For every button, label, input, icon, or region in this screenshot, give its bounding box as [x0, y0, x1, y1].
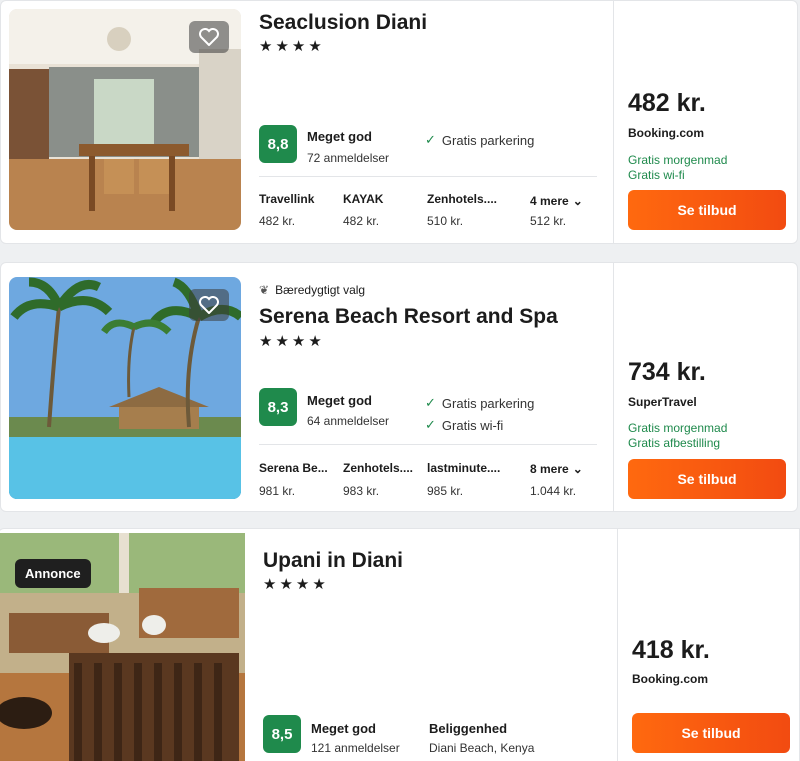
- review-count[interactable]: 64 anmeldelser: [307, 414, 389, 428]
- perk-item: Gratis morgenmad: [628, 421, 728, 435]
- score-badge: 8,5: [263, 715, 301, 753]
- result-card-upani[interactable]: Annonce Upani in Diani ★★★★ 8,5 Meget go…: [0, 528, 800, 761]
- favorite-button[interactable]: [189, 21, 229, 53]
- perk-item: Gratis morgenmad: [628, 153, 728, 167]
- ad-badge: Annonce: [15, 559, 91, 588]
- see-deal-button[interactable]: Se tilbud: [628, 459, 786, 499]
- location-value: Diani Beach, Kenya: [429, 741, 535, 755]
- hotel-name[interactable]: Serena Beach Resort and Spa: [259, 305, 558, 329]
- divider: [259, 176, 597, 177]
- amenity-item: ✓ Gratis parkering: [425, 132, 535, 148]
- check-icon: ✓: [425, 417, 436, 432]
- review-count[interactable]: 72 anmeldelser: [307, 151, 389, 165]
- check-icon: ✓: [425, 395, 436, 410]
- result-card-serena[interactable]: ❦ Bæredygtigt valg Serena Beach Resort a…: [0, 262, 798, 512]
- score-badge: 8,3: [259, 388, 297, 426]
- provider-price[interactable]: 512 kr.: [530, 214, 566, 228]
- see-deal-button[interactable]: Se tilbud: [632, 713, 790, 753]
- column-divider: [613, 1, 614, 243]
- best-price: 482 kr.: [628, 89, 706, 117]
- provider-price[interactable]: 510 kr.: [427, 214, 463, 228]
- hotel-photo[interactable]: Annonce: [0, 533, 245, 761]
- location-label: Beliggenhed: [429, 721, 508, 736]
- check-icon: ✓: [425, 132, 436, 147]
- hotel-photo[interactable]: [9, 277, 241, 499]
- star-rating: ★★★★: [263, 576, 329, 593]
- amenity-item: ✓ Gratis wi-fi: [425, 417, 504, 433]
- more-providers-toggle[interactable]: 8 mere ⌄: [530, 462, 583, 476]
- provider-price[interactable]: 1.044 kr.: [530, 484, 576, 498]
- review-count[interactable]: 121 anmeldelser: [311, 741, 400, 755]
- provider-name[interactable]: Serena Be...: [259, 461, 328, 475]
- heart-icon: [199, 28, 219, 46]
- more-providers-toggle[interactable]: 4 mere ⌄: [530, 194, 583, 208]
- heart-icon: [199, 296, 219, 314]
- chevron-down-icon: ⌄: [572, 462, 583, 476]
- provider-price[interactable]: 983 kr.: [343, 484, 379, 498]
- booking-site: Booking.com: [628, 126, 705, 140]
- best-price: 418 kr.: [632, 636, 710, 664]
- hotel-photo[interactable]: [9, 9, 241, 230]
- divider: [259, 444, 597, 445]
- perk-item: Gratis afbestilling: [628, 436, 721, 450]
- result-card-seaclusion[interactable]: Seaclusion Diani ★★★★ 8,8 Meget god 72 a…: [0, 0, 798, 244]
- favorite-button[interactable]: [189, 289, 229, 321]
- provider-price[interactable]: 985 kr.: [427, 484, 463, 498]
- provider-price[interactable]: 482 kr.: [259, 214, 295, 228]
- booking-site: SuperTravel: [628, 395, 697, 409]
- chevron-down-icon: ⌄: [572, 194, 583, 208]
- score-badge: 8,8: [259, 125, 297, 163]
- rating-word: Meget god: [311, 721, 376, 736]
- provider-name[interactable]: Zenhotels....: [343, 461, 413, 475]
- column-divider: [617, 529, 618, 761]
- sustainable-badge: ❦ Bæredygtigt valg: [259, 283, 366, 297]
- rating-word: Meget god: [307, 393, 372, 408]
- best-price: 734 kr.: [628, 358, 706, 386]
- hotel-name[interactable]: Upani in Diani: [263, 549, 403, 573]
- provider-name[interactable]: KAYAK: [343, 192, 383, 206]
- hotel-name[interactable]: Seaclusion Diani: [259, 11, 427, 35]
- rating-word: Meget god: [307, 129, 372, 144]
- provider-price[interactable]: 482 kr.: [343, 214, 379, 228]
- leaf-icon: ❦: [259, 283, 270, 297]
- provider-name[interactable]: Zenhotels....: [427, 192, 497, 206]
- star-rating: ★★★★: [259, 333, 325, 350]
- see-deal-button[interactable]: Se tilbud: [628, 190, 786, 230]
- provider-name[interactable]: Travellink: [259, 192, 314, 206]
- perk-item: Gratis wi-fi: [628, 168, 685, 182]
- column-divider: [613, 263, 614, 511]
- booking-site: Booking.com: [632, 672, 709, 686]
- star-rating: ★★★★: [259, 38, 325, 55]
- provider-price[interactable]: 981 kr.: [259, 484, 295, 498]
- provider-name[interactable]: lastminute....: [427, 461, 500, 475]
- amenity-item: ✓ Gratis parkering: [425, 395, 535, 411]
